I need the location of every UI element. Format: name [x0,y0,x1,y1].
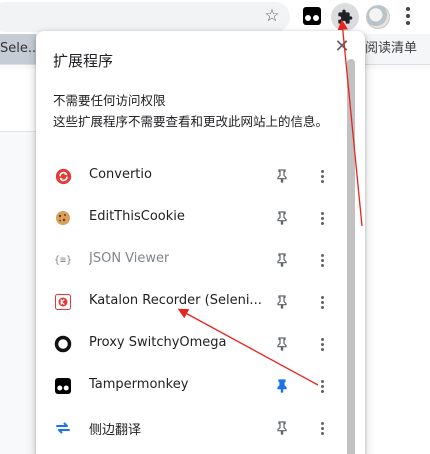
pin-icon[interactable] [272,418,292,438]
browser-window: ☆ Sele... 阅读清单 扩展程序 ✕ 不需要任何访问权限 这些扩展程序不需… [0,0,430,454]
star-icon[interactable]: ☆ [262,6,282,26]
extension-name: Convertio [89,167,152,182]
page-panel [360,131,430,454]
more-options-icon[interactable] [312,418,332,438]
reading-list-label: 阅读清单 [365,41,418,56]
extension-row-tampermonkey[interactable]: Tampermonkey [36,365,336,407]
extension-row-katalon-recorder[interactable]: Katalon Recorder (Seleni... [36,281,336,323]
more-options-icon[interactable] [312,376,332,396]
pin-icon[interactable] [272,208,292,228]
popup-title: 扩展程序 [53,52,114,70]
tampermonkey-icon[interactable] [303,7,321,25]
katalon-icon [54,293,72,311]
section-heading: 不需要任何访问权限 [53,93,166,108]
extension-row-editthiscookie[interactable]: EditThisCookie [36,197,336,239]
vertical-dots-icon[interactable] [400,6,416,26]
extensions-button[interactable] [331,3,359,31]
scrollbar[interactable] [347,59,355,454]
pin-icon[interactable] [272,292,292,312]
extension-row-convertio[interactable]: Convertio [36,155,336,197]
reading-list-button[interactable]: 阅读清单 [356,34,418,64]
close-icon[interactable]: ✕ [333,38,351,56]
extension-name: Katalon Recorder (Seleni... [89,293,262,308]
pinned-icon[interactable] [272,376,292,396]
extension-name: Tampermonkey [89,377,189,392]
extension-name: JSON Viewer [89,251,170,266]
more-options-icon[interactable] [312,208,332,228]
pin-icon[interactable] [272,250,292,270]
json-braces-icon: {≡} [53,254,73,266]
pin-icon[interactable] [272,334,292,354]
extension-row-side-translate[interactable]: 侧边翻译 [36,407,336,449]
tampermonkey-icon [54,377,72,395]
extensions-popup: 扩展程序 ✕ 不需要任何访问权限 这些扩展程序不需要查看和更改此网站上的信息。 … [36,31,365,454]
ring-icon [54,335,72,353]
more-options-icon[interactable] [312,334,332,354]
pin-icon[interactable] [272,166,292,186]
extension-name: EditThisCookie [89,209,185,224]
section-description: 这些扩展程序不需要查看和更改此网站上的信息。 [53,114,329,129]
extension-row-proxy-switchyomega[interactable]: Proxy SwitchyOmega [36,323,336,365]
browser-toolbar: ☆ [0,0,430,34]
extension-name: 侧边翻译 [89,423,142,438]
convertio-icon [54,167,72,185]
more-options-icon[interactable] [312,250,332,270]
bookmark-item[interactable]: Sele... [0,34,36,64]
sync-arrows-icon [54,419,72,437]
cookie-icon [54,209,72,227]
more-options-icon[interactable] [312,166,332,186]
address-bar[interactable] [0,2,290,32]
puzzle-icon [338,9,353,24]
more-options-icon[interactable] [312,292,332,312]
extension-name: Proxy SwitchyOmega [89,335,227,350]
avatar[interactable] [366,5,390,29]
extension-row-json-viewer[interactable]: {≡} JSON Viewer [36,239,336,281]
